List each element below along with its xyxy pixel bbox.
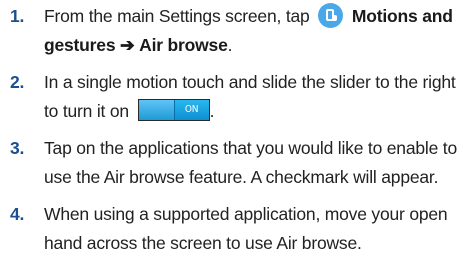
step-1: 1. From the main Settings screen, tap Mo…: [4, 2, 470, 60]
step-text: Tap on the applications that you would l…: [44, 138, 457, 187]
motions-and-gestures-icon: [318, 3, 344, 28]
step-text: From the main Settings screen, tap: [44, 6, 310, 26]
instruction-steps: 1. From the main Settings screen, tap Mo…: [4, 2, 470, 266]
menu-path-air-browse: Air browse: [139, 35, 228, 55]
step-text: In a single motion touch and slide the s…: [44, 72, 456, 121]
step-number: 3.: [10, 138, 25, 158]
step-4: 4. When using a supported application, m…: [4, 200, 470, 258]
step-text-end: .: [209, 101, 215, 121]
air-browse-toggle: ON: [137, 99, 210, 121]
step-2: 2. In a single motion touch and slide th…: [4, 68, 470, 126]
step-text: When using a supported application, move…: [44, 204, 448, 253]
toggle-label: ON: [173, 100, 209, 120]
arrow-icon: ➔: [120, 35, 135, 55]
step-text-end: .: [227, 35, 233, 55]
step-number: 2.: [10, 72, 25, 92]
step-number: 1.: [10, 6, 25, 26]
step-3: 3. Tap on the applications that you woul…: [4, 134, 470, 192]
step-number: 4.: [10, 204, 25, 224]
